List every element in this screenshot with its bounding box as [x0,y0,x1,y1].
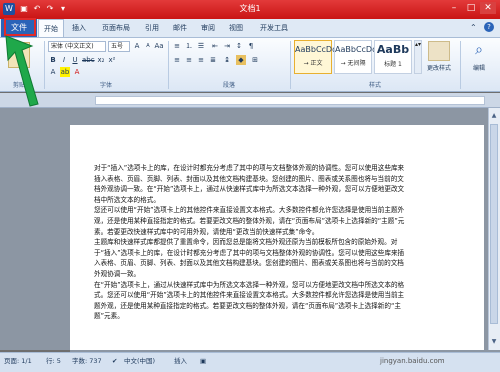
align-right-icon[interactable]: ≡ [196,55,206,65]
status-insert-mode[interactable]: 插入 [174,355,187,367]
minimize-ribbon-icon[interactable]: ⌃ [470,23,477,32]
style-heading-1[interactable]: AaBb 标题 1 [374,40,412,74]
style-no-spacing[interactable]: AaBbCcDd → 无间隔 [334,40,378,74]
subscript-icon[interactable]: x₂ [96,55,106,65]
style-name: → 正文 [303,60,323,67]
sort-icon[interactable]: ↕ [234,41,244,51]
line-spacing-icon[interactable]: ↨ [222,55,232,65]
shading-icon[interactable]: ◆ [236,55,246,65]
minimize-button[interactable]: – [446,2,462,14]
change-styles-button[interactable]: 更改样式 [422,63,456,72]
status-page[interactable]: 页面: 1/1 [4,355,32,367]
document-body[interactable]: 对于“插入”选项卡上的库，在设计时都充分考虑了其中的项与文档整体外观的协调性。您… [94,163,410,322]
scroll-up-icon[interactable]: ▲ [490,112,498,120]
status-language[interactable]: 中文(中国) [124,355,155,367]
style-normal[interactable]: AaBbCcDd → 正文 [294,40,338,74]
superscript-icon[interactable]: x² [107,55,117,65]
window-title: 文档1 [239,4,261,13]
scroll-down-icon[interactable]: ▼ [490,338,498,346]
tab-developer[interactable]: 开发工具 [254,19,294,37]
italic-icon[interactable]: I [59,55,69,65]
numbering-icon[interactable]: ⒈ [184,41,194,51]
font-group-label: 字体 [99,82,112,89]
strikethrough-icon[interactable]: abc [82,55,95,65]
paragraph: 对于“插入”选项卡上的库，在设计时都充分考虑了其中的项与文档整体外观的协调性。您… [94,164,405,204]
shrink-font-icon[interactable]: A [143,41,153,51]
styles-scroll-icon[interactable]: ▴▾ [414,40,422,74]
tab-insert[interactable]: 插入 [66,19,92,37]
maximize-button[interactable]: □ [463,2,479,14]
bullets-icon[interactable]: ≡ [172,41,182,51]
borders-icon[interactable]: ⊞ [250,55,260,65]
tab-references[interactable]: 引用 [140,19,164,37]
font-color-icon[interactable]: A [72,67,82,77]
scroll-thumb[interactable] [490,124,498,324]
highlight-icon[interactable]: ab [60,67,70,77]
font-size-select[interactable]: 五号 [108,41,130,52]
style-sample: AaBbCcDd [335,45,378,54]
style-name: → 无间隔 [340,60,366,67]
paragraph: 在“开始”选项卡上，通过从快速样式库中为所选文本选择一种外观，您可以方便地更改文… [94,280,405,321]
multilevel-list-icon[interactable]: ☰ [196,41,206,51]
watermark-text: jingyan.baidu.com [380,357,445,365]
tab-mailings[interactable]: 邮件 [168,19,192,37]
bold-icon[interactable]: B [48,55,58,65]
underline-icon[interactable]: U [70,55,80,65]
increase-indent-icon[interactable]: ⇥ [222,41,232,51]
align-left-icon[interactable]: ≡ [172,55,182,65]
tab-page-layout[interactable]: 页面布局 [96,19,136,37]
find-icon[interactable]: ⌕ [470,42,488,60]
help-icon[interactable]: ? [484,22,494,32]
spelling-check-icon[interactable]: ✔ [112,355,117,367]
paragraph: 主题库和快速样式库都提供了重置命令，因而您总是能将文档外观还原为当前模板所包含的… [94,238,405,278]
tab-view[interactable]: 视图 [224,19,248,37]
change-styles-icon[interactable] [428,41,450,61]
styles-group-label: 样式 [368,82,381,89]
close-button[interactable]: ✕ [480,2,496,14]
horizontal-ruler[interactable] [95,96,485,105]
justify-icon[interactable]: ≣ [208,55,218,65]
status-line[interactable]: 行: 5 [46,355,61,367]
style-sample: AaBbCcDd [295,45,338,54]
font-name-select[interactable]: 宋体 (中文正文) [48,41,106,52]
decrease-indent-icon[interactable]: ⇤ [210,41,220,51]
align-center-icon[interactable]: ≡ [184,55,194,65]
style-sample: AaBb [376,43,410,56]
paragraph-group-label: 段落 [222,82,235,89]
green-arrow-icon [5,35,39,107]
style-name: 标题 1 [384,61,402,68]
tab-review[interactable]: 审阅 [196,19,220,37]
change-case-icon[interactable]: Aa [154,41,164,51]
paragraph: 您还可以使用“开始”选项卡上的其他控件来直接设置文本格式。大多数控件都允许您选择… [94,206,405,236]
macro-record-icon[interactable]: ▣ [200,355,206,367]
grow-font-icon[interactable]: A [132,41,142,51]
text-effects-icon[interactable]: A [48,67,58,77]
ribbon-separator [460,41,461,89]
show-marks-icon[interactable]: ¶ [246,41,256,51]
edit-button[interactable]: 编辑 [462,63,496,72]
status-words[interactable]: 字数: 737 [72,355,102,367]
